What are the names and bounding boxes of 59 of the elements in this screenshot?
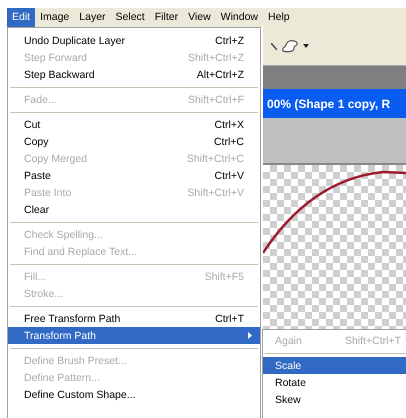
menu-item-label: Fade... xyxy=(24,94,58,106)
menu-item[interactable]: Undo Duplicate Layer Ctrl+Z xyxy=(8,32,260,49)
caret-icon[interactable] xyxy=(303,44,309,48)
menu-item-label: Free Transform Path xyxy=(24,312,122,324)
menu-item[interactable]: Clear xyxy=(8,201,260,218)
menu-bar-item[interactable]: Window xyxy=(216,8,264,27)
shortcut-label: Shift+Ctrl+V xyxy=(187,186,244,198)
menu-item-label: Copy xyxy=(24,136,50,148)
menu-item-label: Fill... xyxy=(24,270,48,282)
menu-bar-item[interactable]: Edit xyxy=(7,8,36,27)
shortcut-label: Ctrl+C xyxy=(214,136,244,148)
menu-item[interactable]: Step Backward Alt+Ctrl+Z xyxy=(8,66,260,83)
menu-item[interactable]: Transform Path xyxy=(8,327,260,344)
menu-item-label: Skew xyxy=(275,394,302,406)
menu-item[interactable]: Copy Ctrl+C xyxy=(8,133,260,150)
shortcut-label: Shift+Ctrl+Z xyxy=(188,52,244,64)
line-icon[interactable] xyxy=(271,42,277,50)
menu-item-label: Step Backward xyxy=(24,68,96,80)
custom-shape-icon[interactable] xyxy=(281,39,299,53)
menu-item[interactable]: Free Transform Path Ctrl+T xyxy=(8,310,260,327)
menu-item-label: Scale xyxy=(275,360,302,372)
menu-item-label: Copy Merged xyxy=(24,152,88,164)
shortcut-label: Shift+F5 xyxy=(204,270,244,282)
shortcut-label: Ctrl+V xyxy=(214,170,244,182)
menu-item[interactable]: Paste Ctrl+V xyxy=(8,167,260,184)
menu-item-label: Clear xyxy=(24,204,50,216)
menu-item-label: Transform Path xyxy=(24,330,97,342)
shortcut-label: Alt+Ctrl+Z xyxy=(196,68,244,80)
menu-item-label: Undo Duplicate Layer xyxy=(24,34,126,46)
menu-item-label: Paste xyxy=(24,170,52,182)
menu-item-label: Paste Into xyxy=(24,186,72,198)
menu-item-label: Define Pattern... xyxy=(24,372,101,384)
menu-bar-item[interactable]: Layer xyxy=(74,8,111,27)
menu-bar-item[interactable]: View xyxy=(183,8,216,27)
shortcut-label: Ctrl+X xyxy=(214,118,244,130)
shortcut-label: Ctrl+T xyxy=(215,312,244,324)
menu-bar-item[interactable]: Help xyxy=(263,8,295,27)
menu-item-label: Stroke... xyxy=(24,288,64,300)
shortcut-label: Shift+Ctrl+T xyxy=(344,334,401,346)
menu-item-label: Cut xyxy=(24,118,42,130)
menu-item-label: Define Custom Shape... xyxy=(24,388,136,400)
menu-item[interactable]: Define Custom Shape... xyxy=(8,386,260,403)
menu-item-label: Find and Replace Text... xyxy=(24,246,138,258)
menu-bar-item[interactable]: Filter xyxy=(150,8,184,27)
menu-item[interactable]: Rotate xyxy=(263,374,406,391)
menu-item[interactable]: Skew xyxy=(263,391,406,408)
shortcut-label: Shift+Ctrl+F xyxy=(188,94,244,106)
menu-item-label: Rotate xyxy=(275,376,307,388)
menu-item-label: Define Brush Preset... xyxy=(24,354,128,366)
menu-item[interactable]: Scale xyxy=(263,357,406,374)
menu-bar-item[interactable]: Select xyxy=(110,8,150,27)
menu-bar-item[interactable]: Image xyxy=(35,8,74,27)
menu-item-label: Check Spelling... xyxy=(24,228,104,240)
shortcut-label: Shift+Ctrl+C xyxy=(186,152,244,164)
menu-item-label: Again xyxy=(275,334,303,346)
menu-item-label: Step Forward xyxy=(24,52,88,64)
menu-item[interactable]: Cut Ctrl+X xyxy=(8,116,260,133)
shortcut-label: Ctrl+Z xyxy=(215,34,244,46)
document-title: 00% (Shape 1 copy, R xyxy=(267,96,390,110)
